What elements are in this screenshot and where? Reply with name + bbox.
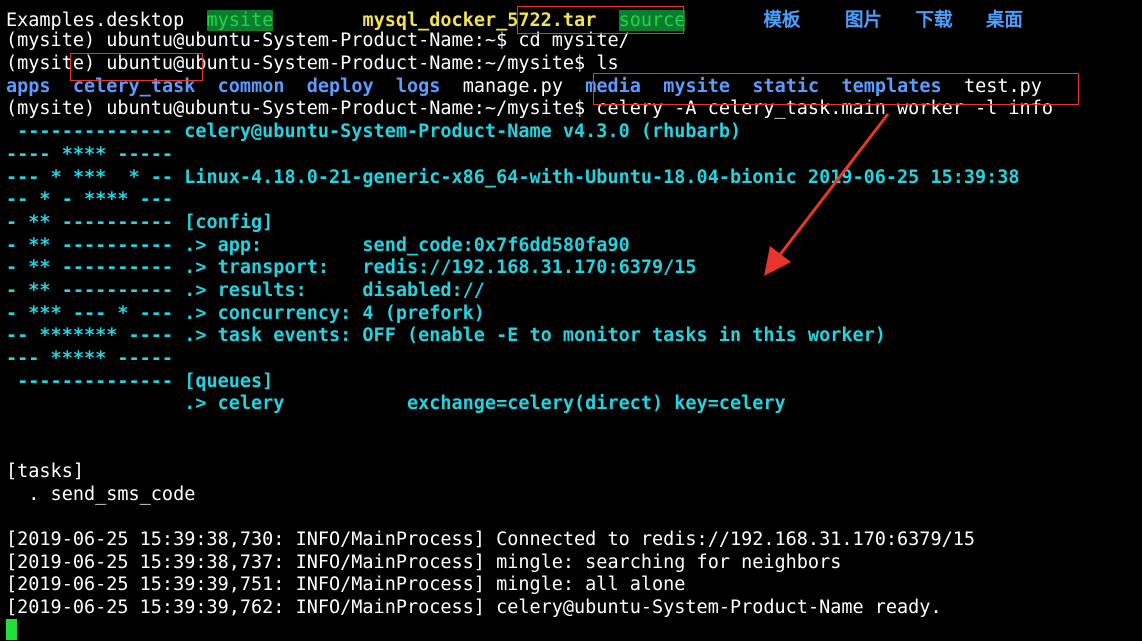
annotation-arrow-icon [764,113,890,276]
